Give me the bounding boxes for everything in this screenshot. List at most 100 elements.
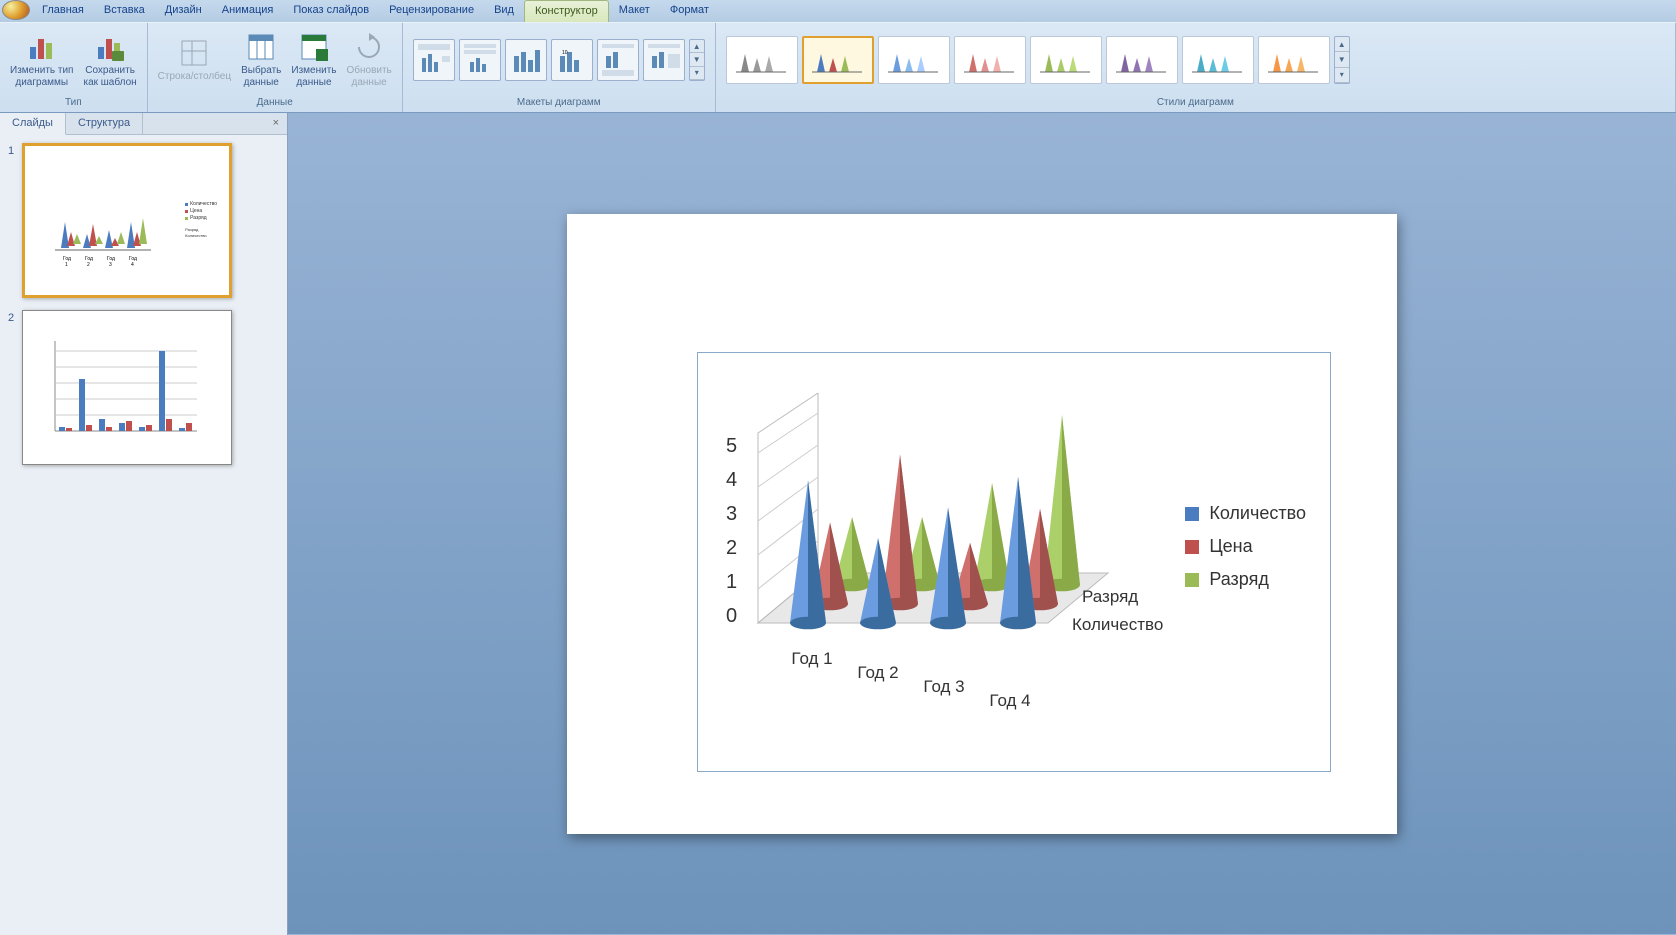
svg-text:3: 3 <box>109 262 112 268</box>
panel-tabs: Слайды Структура × <box>0 113 287 135</box>
slide-canvas: 0 1 2 3 4 5 <box>288 113 1676 935</box>
depth-label: Разряд <box>1082 587 1138 607</box>
slide-thumbnail-1[interactable]: ГодГодГодГод 1234 Количество Цена Разряд… <box>22 143 232 298</box>
legend-label: Цена <box>1209 536 1252 557</box>
change-chart-type-button[interactable]: Изменить тип диаграммы <box>6 29 77 91</box>
legend-item: Разряд <box>1185 569 1306 590</box>
chart-inner: 0 1 2 3 4 5 <box>698 353 1330 771</box>
switch-row-column-button[interactable]: Строка/столбец <box>154 35 235 85</box>
svg-text:10: 10 <box>562 50 568 56</box>
edit-data-icon <box>298 31 330 63</box>
legend-item: Цена <box>1185 536 1306 557</box>
tab-review[interactable]: Рецензирование <box>379 0 484 22</box>
svg-text:4: 4 <box>131 262 134 268</box>
layouts-group-label: Макеты диаграмм <box>407 95 711 110</box>
main-area: Слайды Структура × 1 ГодГодГодГод <box>0 113 1676 935</box>
tab-insert[interactable]: Вставка <box>94 0 155 22</box>
chart-styles-gallery: ▲▼▾ <box>722 32 1669 88</box>
tab-view[interactable]: Вид <box>484 0 524 22</box>
thumb1-chart-icon: ГодГодГодГод 1234 <box>43 182 163 272</box>
slides-tab[interactable]: Слайды <box>0 113 66 135</box>
slide[interactable]: 0 1 2 3 4 5 <box>567 214 1397 834</box>
tab-animation[interactable]: Анимация <box>212 0 284 22</box>
edit-data-button[interactable]: Изменить данные <box>287 29 340 91</box>
legend-swatch <box>1185 540 1199 554</box>
layout-option-4[interactable]: 10 <box>551 39 593 81</box>
group-type: Изменить тип диаграммы Сохранить как шаб… <box>0 23 148 112</box>
style-option-5[interactable] <box>1030 36 1102 84</box>
tab-chart-layout[interactable]: Макет <box>609 0 660 22</box>
panel-close-button[interactable]: × <box>265 113 287 134</box>
style-option-2[interactable] <box>802 36 874 84</box>
ribbon-tabs: Главная Вставка Дизайн Анимация Показ сл… <box>0 0 1676 22</box>
styles-more[interactable]: ▲▼▾ <box>1334 36 1350 84</box>
save-template-label: Сохранить как шаблон <box>83 65 136 89</box>
xtick: Год 1 <box>790 649 834 669</box>
thumb-number: 2 <box>8 310 22 465</box>
xtick: Год 4 <box>988 691 1032 711</box>
style-option-6[interactable] <box>1106 36 1178 84</box>
refresh-data-button[interactable]: Обновить данные <box>342 29 395 91</box>
tab-slideshow[interactable]: Показ слайдов <box>283 0 379 22</box>
depth-label: Количество <box>1072 615 1163 635</box>
tab-design[interactable]: Дизайн <box>155 0 212 22</box>
tab-chart-format[interactable]: Формат <box>660 0 719 22</box>
group-styles: ▲▼▾ Стили диаграмм <box>716 23 1676 112</box>
data-group-label: Данные <box>152 95 398 110</box>
thumb-row-1: 1 ГодГодГодГод 1234 <box>8 143 279 298</box>
legend-swatch <box>1185 507 1199 521</box>
refresh-icon <box>353 31 385 63</box>
layout-option-2[interactable] <box>459 39 501 81</box>
styles-group-label: Стили диаграмм <box>720 95 1671 110</box>
thumb2-chart-icon <box>37 331 217 451</box>
save-template-icon <box>94 31 126 63</box>
tab-home[interactable]: Главная <box>32 0 94 22</box>
ytick: 3 <box>726 503 737 526</box>
style-option-4[interactable] <box>954 36 1026 84</box>
save-as-template-button[interactable]: Сохранить как шаблон <box>79 29 140 91</box>
chart-object[interactable]: 0 1 2 3 4 5 <box>697 352 1331 772</box>
select-data-label: Выбрать данные <box>241 65 281 89</box>
style-option-7[interactable] <box>1182 36 1254 84</box>
thumbnails: 1 ГодГодГодГод 1234 <box>0 135 287 935</box>
ribbon-area: Главная Вставка Дизайн Анимация Показ сл… <box>0 0 1676 113</box>
layout-option-3[interactable] <box>505 39 547 81</box>
ytick: 4 <box>726 469 737 492</box>
layout-option-1[interactable] <box>413 39 455 81</box>
switch-rc-icon <box>178 37 210 69</box>
edit-data-label: Изменить данные <box>291 65 336 89</box>
type-group-label: Тип <box>4 95 143 110</box>
thumb1-legend: Количество Цена Разряд Разряд Количество <box>185 201 217 239</box>
chart-legend: Количество Цена Разряд <box>1185 503 1306 602</box>
ytick: 1 <box>726 571 737 594</box>
change-type-label: Изменить тип диаграммы <box>10 65 73 89</box>
xtick: Год 3 <box>922 677 966 697</box>
group-layouts: 10 ▲▼▾ Макеты диаграмм <box>403 23 716 112</box>
layout-option-5[interactable] <box>597 39 639 81</box>
select-data-icon <box>245 31 277 63</box>
layouts-more[interactable]: ▲▼▾ <box>689 39 705 81</box>
select-data-button[interactable]: Выбрать данные <box>237 29 285 91</box>
ytick: 0 <box>726 605 737 628</box>
legend-label: Количество <box>1209 503 1306 524</box>
chart-layouts-gallery: 10 ▲▼▾ <box>409 35 709 85</box>
thumb-number: 1 <box>8 143 22 298</box>
svg-text:1: 1 <box>65 262 68 268</box>
group-data: Строка/столбец Выбрать данные Изменить д… <box>148 23 403 112</box>
office-button[interactable] <box>2 0 30 20</box>
outline-tab[interactable]: Структура <box>66 113 143 134</box>
style-option-3[interactable] <box>878 36 950 84</box>
legend-label: Разряд <box>1209 569 1269 590</box>
style-option-8[interactable] <box>1258 36 1330 84</box>
chart-type-icon <box>26 31 58 63</box>
xtick: Год 2 <box>856 663 900 683</box>
layout-option-6[interactable] <box>643 39 685 81</box>
slide-thumbnail-2[interactable] <box>22 310 232 465</box>
ribbon-content: Изменить тип диаграммы Сохранить как шаб… <box>0 22 1676 112</box>
legend-swatch <box>1185 573 1199 587</box>
switch-rc-label: Строка/столбец <box>158 71 231 83</box>
tab-chart-design[interactable]: Конструктор <box>524 0 609 22</box>
ytick: 2 <box>726 537 737 560</box>
refresh-data-label: Обновить данные <box>346 65 391 89</box>
style-option-1[interactable] <box>726 36 798 84</box>
